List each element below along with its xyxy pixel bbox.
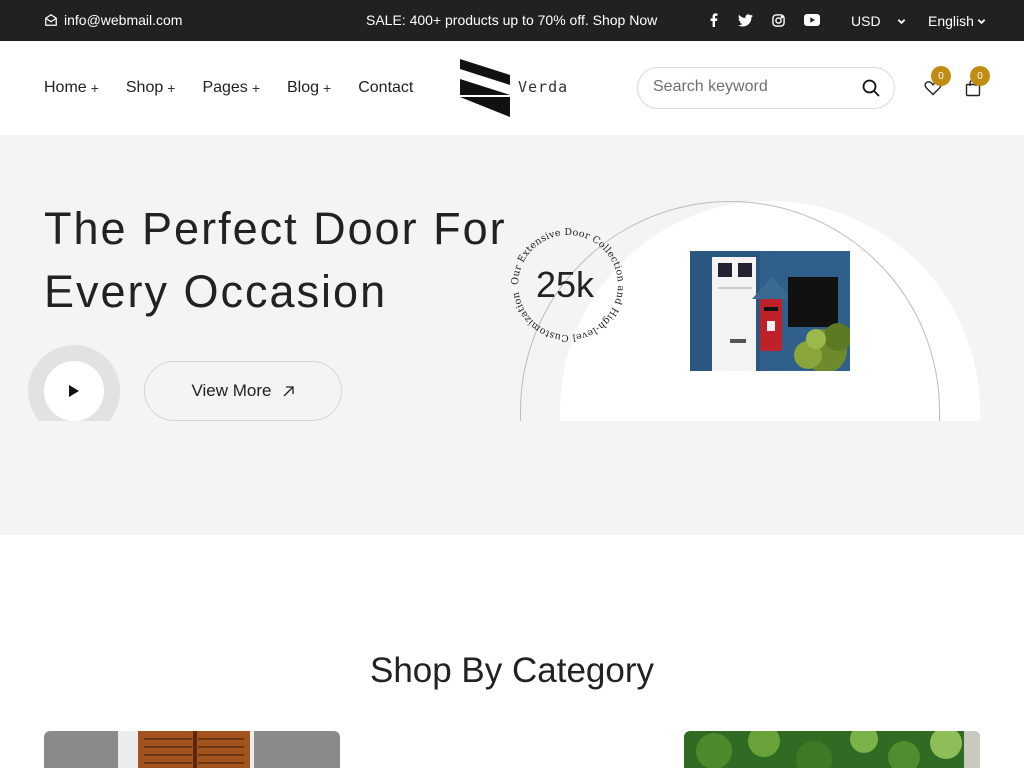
view-more-button[interactable]: View More [144, 361, 342, 421]
category-section-title: Shop By Category [369, 651, 655, 690]
cart-count-badge: 0 [970, 66, 990, 86]
logo-text: Verda [518, 78, 569, 96]
chevron-down-icon [977, 18, 986, 24]
email-text: info@webmail.com [64, 12, 183, 28]
nav-item-pages[interactable]: Pages + [202, 79, 260, 97]
currency-value: USD [851, 13, 881, 29]
plus-icon: + [167, 80, 176, 96]
search-input[interactable] [653, 78, 853, 96]
nav-label: Home [44, 79, 87, 96]
instagram-icon[interactable] [768, 11, 788, 29]
sale-banner-link[interactable]: SALE: 400+ products up to 70% off. Shop … [366, 12, 657, 28]
nav-item-blog[interactable]: Blog + [287, 79, 331, 97]
collection-circle-badge: Our Extensive Door Collection and High-l… [510, 227, 626, 343]
hero-title-line-1: The Perfect Door For [44, 203, 507, 254]
chevron-down-icon [897, 18, 905, 24]
category-card-1[interactable] [44, 731, 340, 768]
nav-label: Pages [202, 79, 248, 96]
main-header: Home+ Shop+ Pages+ Blog+ Contact Verda 0 [0, 41, 1024, 135]
search-box [637, 67, 895, 109]
plus-icon: + [323, 80, 332, 96]
hero-title-line-2: Every Occasion [44, 266, 388, 317]
logo-mark-icon [460, 59, 510, 117]
nav-label: Shop [125, 79, 164, 96]
wishlist-count-badge: 0 [931, 66, 951, 86]
arrow-up-right-icon [283, 385, 294, 396]
hero-door-image [690, 251, 850, 371]
email-link[interactable]: info@webmail.com [44, 12, 182, 28]
nav-item-contact[interactable]: Contact [358, 79, 413, 97]
plus-icon: + [251, 80, 260, 96]
play-icon [69, 385, 79, 397]
nav-item-shop[interactable]: Shop + [126, 79, 176, 97]
search-icon[interactable] [862, 79, 880, 97]
play-button-center [44, 361, 104, 421]
currency-select[interactable]: USD [851, 13, 906, 29]
hero-section: The Perfect Door For Every Occasion View… [0, 135, 1024, 535]
top-bar: info@webmail.com SALE: 400+ products up … [0, 0, 1024, 41]
hero-title: The Perfect Door For Every Occasion [44, 197, 524, 323]
play-video-button[interactable] [28, 345, 120, 421]
logo[interactable]: Verda [458, 57, 568, 119]
category-image-3 [684, 731, 980, 768]
badge-number: 25k [536, 264, 595, 305]
nav-label: Blog [287, 79, 320, 96]
youtube-icon[interactable] [802, 11, 822, 29]
category-card-3[interactable] [684, 731, 980, 768]
facebook-icon[interactable] [704, 11, 724, 29]
twitter-icon[interactable] [735, 11, 755, 29]
view-more-label: View More [191, 381, 272, 400]
nav-item-home[interactable]: Home + [44, 79, 99, 97]
category-image-1 [44, 731, 340, 768]
language-select[interactable]: English [928, 13, 986, 29]
envelope-icon [45, 14, 57, 26]
nav-label: Contact [358, 79, 414, 96]
language-value: English [928, 13, 974, 29]
main-nav: Home + Shop + Pages + Blog + Contact [44, 79, 440, 97]
plus-icon: + [90, 80, 99, 96]
